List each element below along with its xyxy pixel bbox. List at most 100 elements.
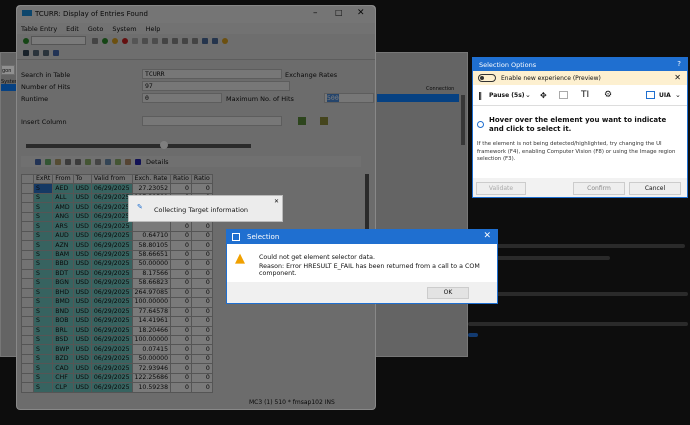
- table-row[interactable]: S ARS USD 06/29/2025 0 0: [21, 221, 213, 232]
- preview-toggle[interactable]: [478, 74, 496, 82]
- remove-column-icon[interactable]: [320, 117, 328, 125]
- enter-icon[interactable]: [23, 37, 29, 44]
- table-scrollbar[interactable]: [365, 174, 369, 234]
- table-row[interactable]: S BGN USD 06/29/2025 58.66823 0 0: [21, 278, 213, 289]
- row-selector[interactable]: [21, 221, 34, 232]
- first-page-icon[interactable]: [162, 37, 168, 44]
- filter-icon[interactable]: [75, 158, 81, 165]
- details-button[interactable]: Details: [146, 158, 169, 166]
- row-selector[interactable]: [21, 334, 34, 346]
- sql-icon[interactable]: [53, 50, 59, 56]
- table-row[interactable]: S BWP USD 06/29/2025 0.07415 0 0: [21, 344, 213, 355]
- table-row[interactable]: S BMD USD 06/29/2025 100.00000 0 0: [21, 297, 213, 308]
- refresh-icon[interactable]: [35, 158, 41, 165]
- back-icon[interactable]: [102, 37, 108, 44]
- close-banner-icon[interactable]: ✕: [674, 73, 681, 82]
- minimize-button[interactable]: –: [313, 8, 318, 18]
- table-row[interactable]: S BRL USD 06/29/2025 18.20466 0 0: [21, 325, 213, 336]
- row-selector[interactable]: [21, 306, 34, 318]
- row-selector[interactable]: [21, 363, 34, 374]
- cancel-button[interactable]: Cancel: [629, 182, 681, 195]
- settings-icon[interactable]: [33, 50, 39, 56]
- sum-icon[interactable]: [85, 158, 91, 165]
- row-selector[interactable]: [21, 211, 34, 223]
- table-row[interactable]: S BSD USD 06/29/2025 100.00000 0 0: [21, 334, 213, 346]
- close-button[interactable]: ✕: [483, 231, 491, 241]
- col-ratio-from[interactable]: Ratio: [170, 173, 192, 185]
- col-to[interactable]: To: [72, 173, 92, 185]
- row-selector-header[interactable]: [21, 173, 34, 185]
- row-selector[interactable]: [21, 259, 34, 270]
- row-selector[interactable]: [21, 372, 34, 384]
- print-icon[interactable]: [132, 37, 138, 44]
- table-row[interactable]: S AZN USD 06/29/2025 58.80105 0 0: [21, 240, 213, 251]
- table-row[interactable]: S AED USD 06/29/2025 27.23052 0 0: [21, 183, 213, 194]
- help-icon[interactable]: [222, 37, 228, 44]
- table-row[interactable]: S CAD USD 06/29/2025 72.93946 0 0: [21, 363, 213, 374]
- exit-icon[interactable]: [112, 37, 118, 44]
- table-row[interactable]: S BOB USD 06/29/2025 14.41961 0 0: [21, 316, 213, 327]
- menu-system[interactable]: System: [112, 25, 136, 33]
- close-button[interactable]: ✕: [357, 8, 365, 18]
- row-selector[interactable]: [21, 344, 34, 355]
- menu-table-entry[interactable]: Table Entry: [21, 25, 57, 33]
- find-next-icon[interactable]: [152, 37, 158, 44]
- maximize-button[interactable]: □: [335, 8, 343, 17]
- sort-desc-icon[interactable]: [55, 158, 61, 165]
- last-page-icon[interactable]: [192, 37, 198, 44]
- table-row[interactable]: S AUD USD 06/29/2025 0.64710 0 0: [21, 230, 213, 242]
- row-selector[interactable]: [21, 268, 34, 280]
- row-selector[interactable]: [21, 287, 34, 299]
- insert-column-field[interactable]: [142, 116, 282, 126]
- confirm-button[interactable]: Confirm: [573, 182, 625, 195]
- row-selector[interactable]: [21, 183, 34, 194]
- text-icon[interactable]: TI: [581, 90, 589, 100]
- table-row[interactable]: S BHD USD 06/29/2025 264.97085 0 0: [21, 287, 213, 299]
- menu-edit[interactable]: Edit: [66, 25, 79, 33]
- col-valid-from[interactable]: Valid from: [90, 173, 133, 185]
- close-icon[interactable]: ✕: [274, 198, 279, 205]
- info-icon[interactable]: [135, 158, 141, 165]
- table-icon[interactable]: [43, 50, 49, 56]
- display-icon[interactable]: [23, 50, 29, 56]
- insert-column-icon[interactable]: [298, 117, 306, 125]
- print-icon[interactable]: [95, 158, 101, 165]
- ok-button[interactable]: OK: [427, 287, 469, 299]
- shortcut-icon[interactable]: [212, 37, 218, 44]
- max-hits-field[interactable]: 500: [324, 93, 374, 103]
- row-selector[interactable]: [21, 382, 34, 393]
- col-ratio-to[interactable]: Ratio: [190, 173, 213, 185]
- cancel-icon[interactable]: [122, 37, 128, 44]
- row-selector[interactable]: [21, 192, 34, 204]
- table-row[interactable]: S BAM USD 06/29/2025 58.66651 0 0: [21, 249, 213, 261]
- next-page-icon[interactable]: [182, 37, 188, 44]
- splitter-handle[interactable]: [160, 141, 168, 149]
- prev-page-icon[interactable]: [172, 37, 178, 44]
- pause-button[interactable]: Pause (5s): [489, 92, 525, 99]
- table-row[interactable]: S BBD USD 06/29/2025 50.00000 0 0: [21, 259, 213, 270]
- row-selector[interactable]: [21, 316, 34, 327]
- col-exch-rate[interactable]: Exch. Rate: [131, 173, 172, 185]
- command-field[interactable]: [31, 36, 86, 45]
- col-from[interactable]: From: [52, 173, 74, 185]
- save-icon[interactable]: [92, 37, 98, 44]
- row-selector[interactable]: [21, 353, 34, 365]
- row-selector[interactable]: [21, 297, 34, 308]
- validate-button[interactable]: Validate: [476, 182, 526, 195]
- sort-asc-icon[interactable]: [45, 158, 51, 165]
- layout-icon[interactable]: [125, 158, 131, 165]
- row-selector[interactable]: [21, 278, 34, 289]
- menu-goto[interactable]: Goto: [88, 25, 104, 33]
- row-selector[interactable]: [21, 240, 34, 251]
- image-region-icon[interactable]: [559, 91, 568, 99]
- table-row[interactable]: S CHF USD 06/29/2025 122.25686 0 0: [21, 372, 213, 384]
- framework-select[interactable]: UIA: [659, 92, 671, 99]
- find-icon[interactable]: [65, 158, 71, 165]
- gear-icon[interactable]: ⚙: [604, 90, 612, 100]
- col-exrt[interactable]: ExRt: [32, 173, 54, 185]
- find-icon[interactable]: [142, 37, 148, 44]
- export-icon[interactable]: [115, 158, 121, 165]
- chevron-down-icon[interactable]: ⌄: [525, 91, 531, 99]
- row-selector[interactable]: [21, 249, 34, 261]
- row-selector[interactable]: [21, 325, 34, 336]
